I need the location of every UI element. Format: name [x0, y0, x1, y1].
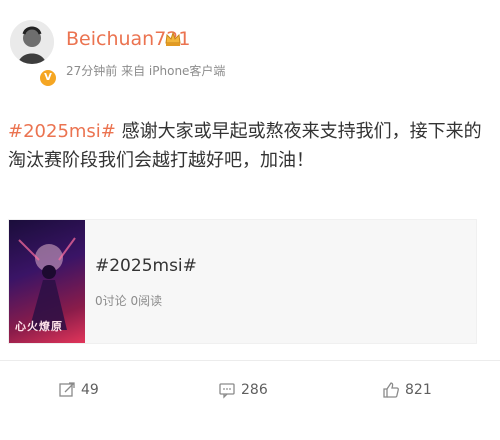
weibo-post: V Beichuan721 27分钟前 来自 iPhone客户端 #2025ms…	[0, 0, 500, 440]
crown-icon	[165, 31, 181, 46]
comment-icon	[219, 383, 235, 399]
comment-count: 286	[241, 382, 268, 398]
topic-card[interactable]: 心火燎原 #2025msi# 0讨论 0阅读	[8, 219, 477, 344]
share-count: 49	[81, 382, 99, 398]
share-icon	[59, 382, 75, 397]
topic-card-title[interactable]: #2025msi#	[95, 256, 197, 276]
post-source: 来自 iPhone客户端	[121, 64, 226, 78]
post-time[interactable]: 27分钟前	[66, 64, 117, 78]
comment-button[interactable]: 286	[218, 378, 268, 402]
topic-card-image-text: 心火燎原	[15, 320, 63, 333]
hashtag-link[interactable]: #2025msi#	[8, 121, 116, 142]
like-button[interactable]: 821	[382, 378, 432, 402]
topic-card-stats: 0讨论 0阅读	[95, 294, 163, 308]
avatar[interactable]	[10, 20, 54, 64]
post-content: #2025msi# 感谢大家或早起或熬夜来支持我们，接下来的淘汰赛阶段我们会越打…	[8, 117, 490, 175]
verified-badge-icon: V	[38, 68, 58, 88]
topic-card-image: 心火燎原	[9, 220, 85, 343]
like-count: 821	[405, 382, 432, 398]
share-button[interactable]: 49	[58, 378, 99, 402]
post-meta: 27分钟前 来自 iPhone客户端	[66, 62, 225, 79]
thumbs-up-icon	[383, 382, 399, 398]
divider	[0, 360, 500, 361]
